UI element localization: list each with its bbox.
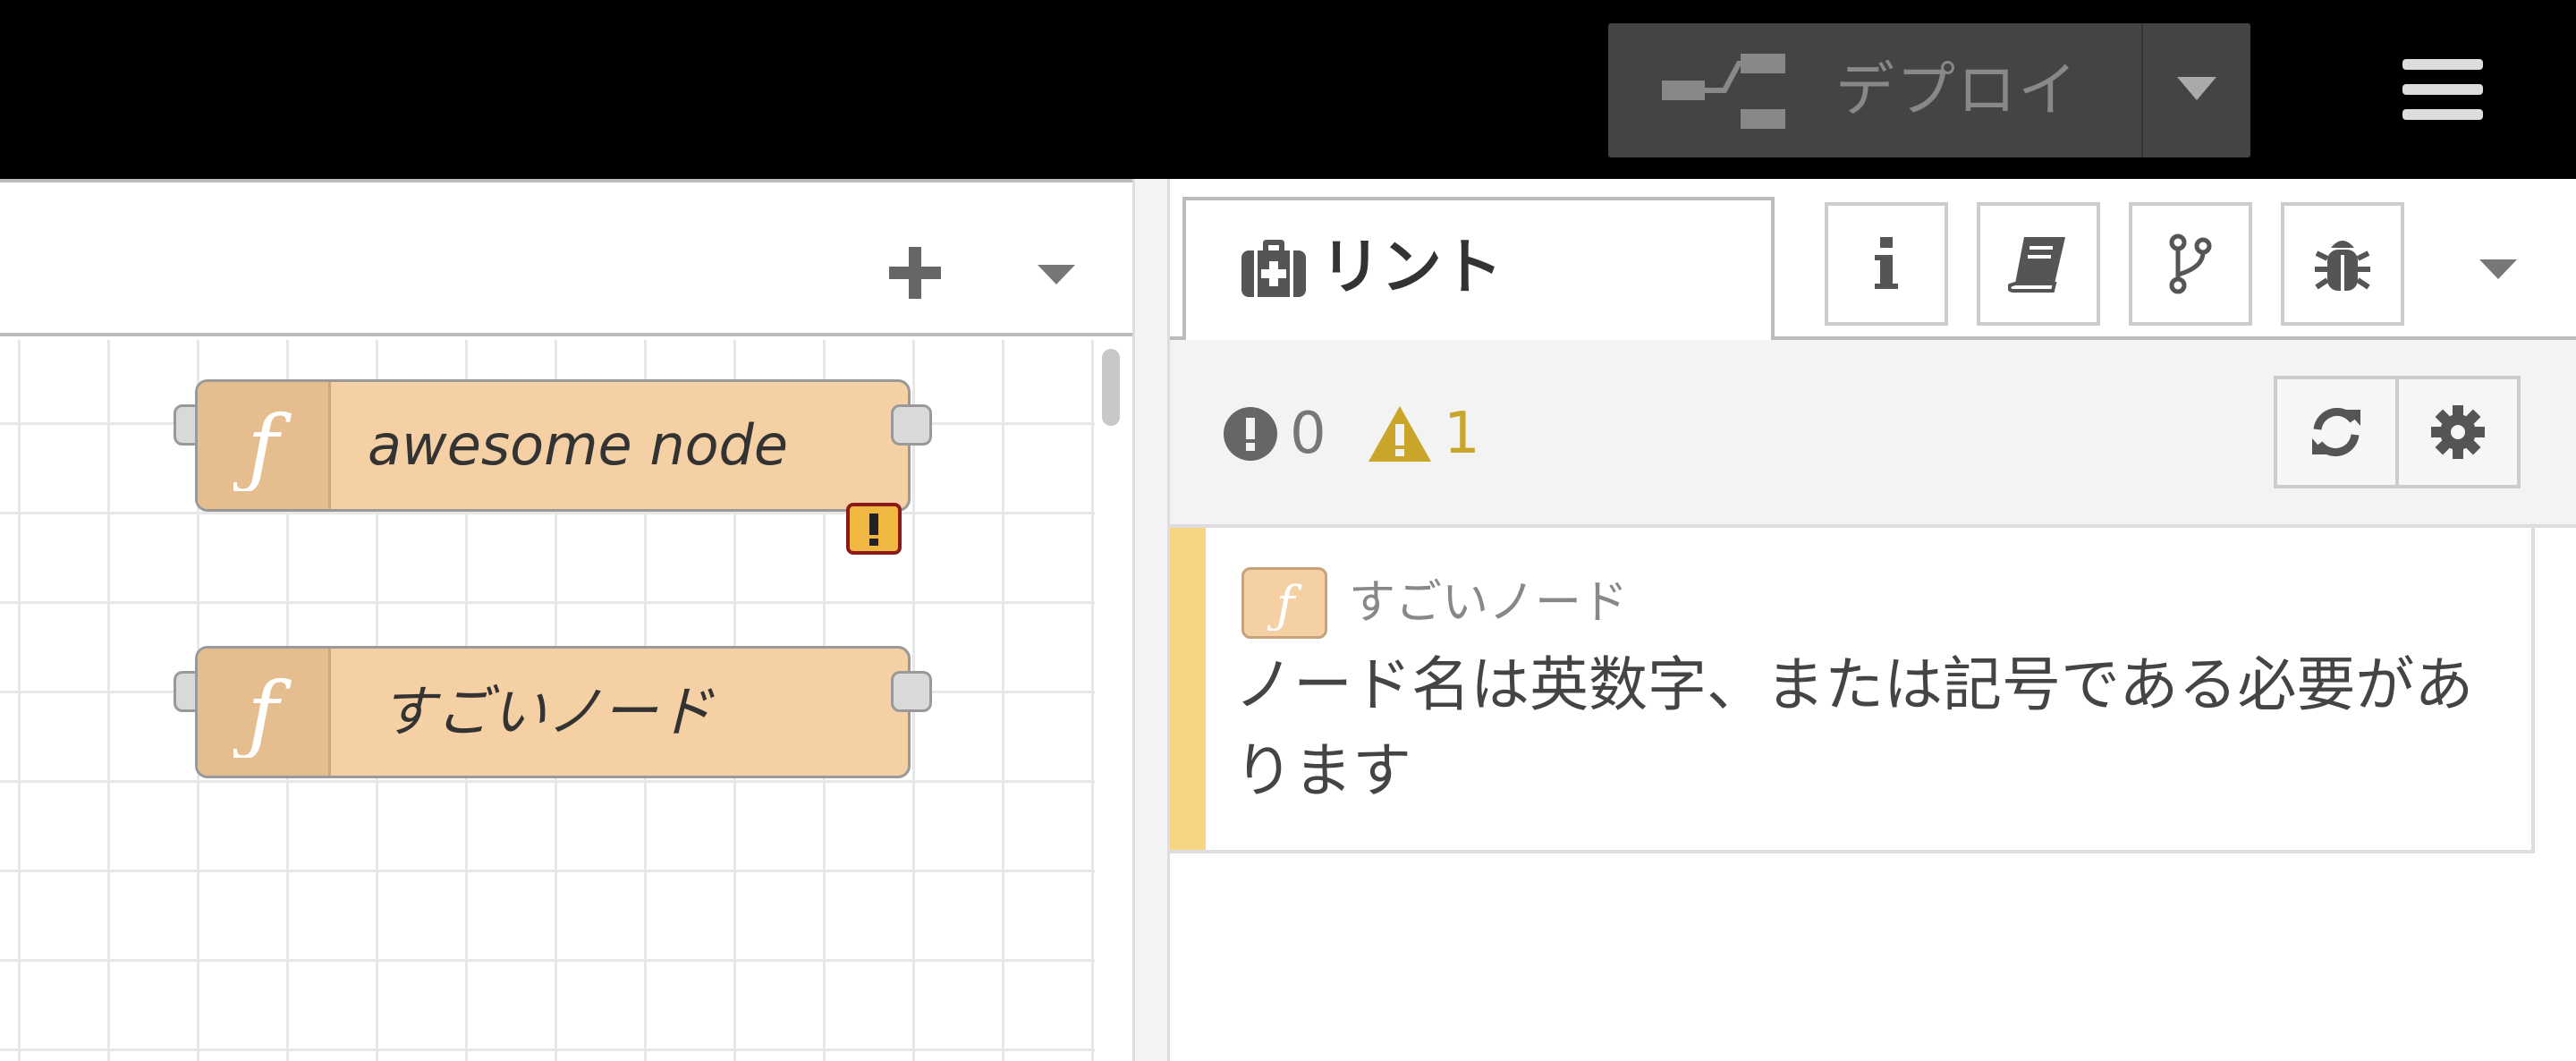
node-label: すごいノード <box>380 679 714 744</box>
node-label: awesome node <box>368 412 789 478</box>
function-icon: ƒ <box>1267 577 1303 631</box>
node-icon-area: ƒ <box>198 382 331 509</box>
first-aid-kit-icon <box>1241 240 1306 297</box>
severity-indicator <box>1170 528 1206 850</box>
function-icon: ƒ <box>233 402 292 491</box>
hamburger-icon[interactable] <box>2402 54 2488 125</box>
plus-icon[interactable] <box>884 242 946 304</box>
node-icon-area: ƒ <box>198 649 331 776</box>
lint-node-icon: ƒ <box>1241 567 1327 639</box>
gear-icon <box>2431 405 2485 459</box>
tab-git[interactable] <box>2129 202 2252 326</box>
info-icon <box>1875 237 1898 289</box>
caret-down-icon <box>2177 77 2216 100</box>
workspace-menu-caret-icon[interactable] <box>1034 256 1079 292</box>
warning-triangle-icon <box>1368 406 1431 462</box>
sidebar: リント 0 1 ƒ すごいノード ノード名は英数字、または記号である必要がありま… <box>1170 179 2576 1061</box>
deploy-button-group: デプロイ <box>1608 23 2250 157</box>
refresh-button[interactable] <box>2274 376 2399 488</box>
header-bar: デプロイ <box>0 0 2576 179</box>
tab-info[interactable] <box>1825 202 1948 326</box>
deploy-button[interactable]: デプロイ <box>1608 23 2141 157</box>
lint-result-item[interactable]: ƒ すごいノード ノード名は英数字、または記号である必要があります <box>1170 528 2535 853</box>
error-count[interactable]: 0 <box>1224 340 1326 528</box>
error-circle-icon <box>1224 407 1277 461</box>
exclamation-icon <box>869 514 878 546</box>
canvas-scrollbar[interactable] <box>1095 340 1132 1061</box>
deploy-label: デプロイ <box>1835 55 2079 124</box>
branch-icon <box>2169 233 2212 294</box>
node-output-port[interactable] <box>891 404 932 446</box>
node-warning-badge <box>846 503 902 555</box>
tab-debug[interactable] <box>2281 202 2404 326</box>
book-icon <box>2008 237 2065 293</box>
warning-count-value: 1 <box>1444 401 1480 467</box>
svg-text:ƒ: ƒ <box>1267 577 1303 631</box>
tab-help[interactable] <box>1977 202 2100 326</box>
workspace-tab-bar <box>0 179 1132 336</box>
workspace: ƒ awesome node ƒ すごいノード <box>0 179 1132 1061</box>
lint-toolbar: 0 1 <box>1170 340 2576 528</box>
node-output-port[interactable] <box>891 671 932 712</box>
canvas-scrollbar-thumb[interactable] <box>1102 349 1120 426</box>
sidebar-splitter[interactable] <box>1132 179 1170 1061</box>
sidebar-menu-caret-icon[interactable] <box>2476 250 2521 286</box>
deploy-icon <box>1662 54 1785 129</box>
warning-count[interactable]: 1 <box>1368 340 1480 528</box>
flow-canvas[interactable]: ƒ awesome node ƒ すごいノード <box>0 340 1095 1061</box>
bug-icon <box>2315 241 2370 291</box>
function-node[interactable]: ƒ すごいノード <box>195 646 911 778</box>
function-icon: ƒ <box>233 668 292 758</box>
sidebar-tab-bar: リント <box>1170 179 2576 344</box>
function-node[interactable]: ƒ awesome node <box>195 379 911 512</box>
svg-text:ƒ: ƒ <box>233 402 292 491</box>
error-count-value: 0 <box>1290 401 1326 467</box>
svg-text:ƒ: ƒ <box>233 668 292 758</box>
tab-lint[interactable]: リント <box>1182 197 1775 344</box>
deploy-options-button[interactable] <box>2143 23 2250 157</box>
lint-node-name[interactable]: すごいノード <box>1349 567 1628 639</box>
refresh-icon <box>2312 408 2360 456</box>
tab-lint-label: リント <box>1320 233 1504 303</box>
lint-message: ノード名は英数字、または記号である必要があります <box>1234 650 2474 805</box>
lint-settings-button[interactable] <box>2395 376 2521 488</box>
